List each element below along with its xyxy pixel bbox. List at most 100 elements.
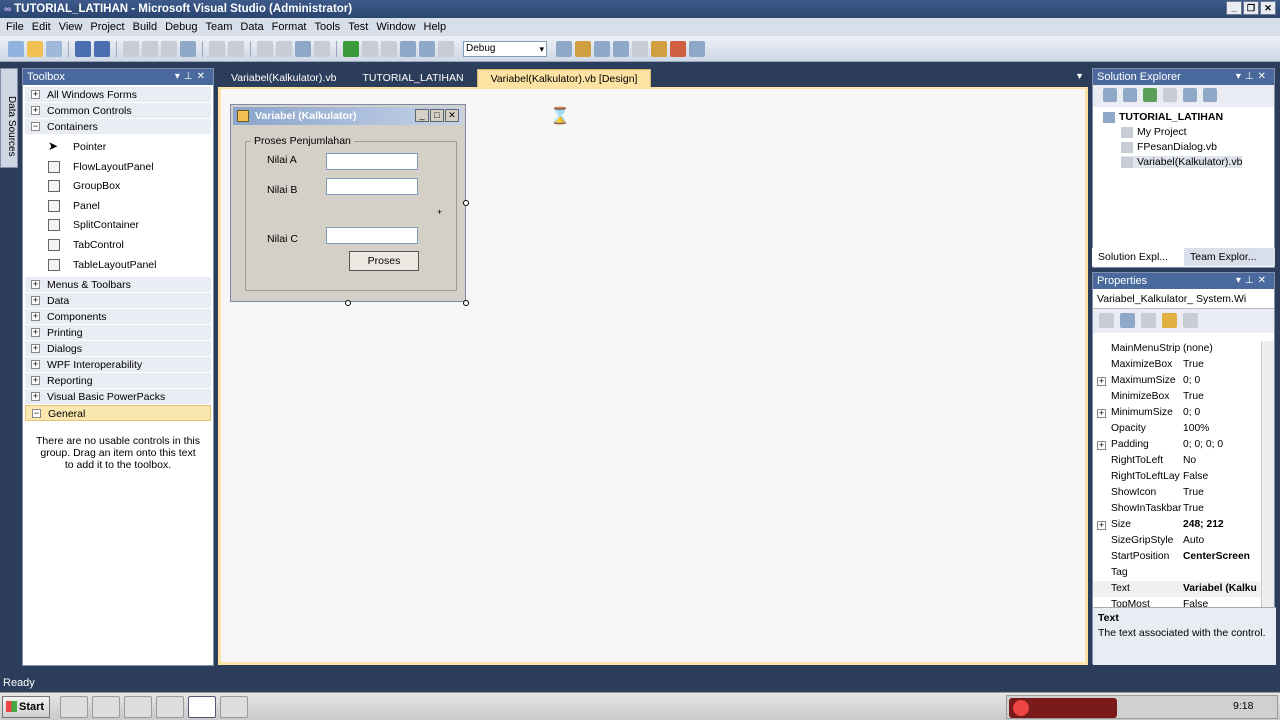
property-value[interactable]: False	[1183, 597, 1261, 607]
categorized-icon[interactable]	[1099, 313, 1114, 328]
toolbox-item-tablelayoutpanel[interactable]: TableLayoutPanel	[23, 256, 213, 276]
label-nilai-a[interactable]: Nilai A	[267, 154, 297, 166]
dropdown-icon[interactable]: ▾	[1236, 71, 1245, 82]
resize-handle[interactable]	[345, 300, 351, 306]
uncomment-icon[interactable]	[228, 40, 244, 57]
property-value[interactable]: True	[1183, 485, 1261, 501]
textbox-nilai-c[interactable]	[326, 227, 418, 244]
tree-root[interactable]: TUTORIAL_LATIHAN	[1103, 111, 1223, 123]
property-row[interactable]: Opacity 100%	[1093, 421, 1261, 437]
label-nilai-c[interactable]: Nilai C	[267, 233, 298, 245]
dropdown-icon[interactable]: ▾	[175, 71, 184, 82]
property-row[interactable]: SizeGripStyle Auto	[1093, 533, 1261, 549]
close-icon[interactable]: ✕	[1258, 71, 1270, 82]
step-over-icon[interactable]	[419, 40, 435, 57]
toolbox-category[interactable]: + Components	[25, 309, 211, 326]
paste-icon[interactable]	[161, 40, 177, 57]
property-value[interactable]: 100%	[1183, 421, 1261, 437]
toolbox-category[interactable]: + Common Controls	[25, 103, 211, 119]
extension-manager-icon[interactable]	[670, 40, 686, 57]
menu-test[interactable]: Test	[344, 21, 372, 33]
toolbox-item-pointer[interactable]: ➤ Pointer	[23, 138, 213, 158]
property-row[interactable]: ShowIcon True	[1093, 485, 1261, 501]
properties-view-icon[interactable]	[1141, 313, 1156, 328]
proses-button[interactable]: Proses	[349, 251, 419, 271]
menu-project[interactable]: Project	[86, 21, 128, 33]
chrome-taskbar-icon[interactable]	[92, 696, 120, 718]
property-value[interactable]: Variabel (Kalku	[1183, 581, 1261, 597]
toolbox-category[interactable]: + Data	[25, 293, 211, 310]
start-debugging-icon[interactable]	[343, 40, 359, 57]
toolbox-category[interactable]: + WPF Interoperability	[25, 357, 211, 374]
textbox-nilai-a[interactable]	[326, 153, 418, 170]
tab-solution-explorer[interactable]: Solution Expl...	[1092, 248, 1184, 266]
property-value[interactable]: (none)	[1183, 341, 1261, 357]
property-row[interactable]: + Size 248; 212	[1093, 517, 1261, 533]
step-out-icon[interactable]	[438, 40, 454, 57]
find-icon[interactable]	[180, 40, 196, 57]
show-all-files-icon[interactable]	[1123, 88, 1137, 102]
property-scrollbar[interactable]	[1261, 341, 1274, 607]
property-value[interactable]: Auto	[1183, 533, 1261, 549]
menu-edit[interactable]: Edit	[28, 21, 55, 33]
start-page-icon[interactable]	[651, 40, 667, 57]
toolbox-item-flowlayoutpanel[interactable]: FlowLayoutPanel	[23, 158, 213, 178]
properties-window-icon[interactable]	[594, 40, 610, 57]
property-row[interactable]: RightToLeft No	[1093, 453, 1261, 469]
menu-build[interactable]: Build	[129, 21, 161, 33]
menu-format[interactable]: Format	[268, 21, 311, 33]
form-title-bar[interactable]: Variabel (Kalkulator) _ □ ✕	[233, 107, 463, 125]
explorer-taskbar-icon[interactable]	[60, 696, 88, 718]
toolbox-category[interactable]: + Printing	[25, 325, 211, 342]
collapse-icon[interactable]: −	[31, 122, 40, 131]
toolbox-item-tabcontrol[interactable]: TabControl	[23, 236, 213, 256]
restore-button[interactable]: ❐	[1243, 1, 1259, 15]
property-value[interactable]: 0; 0	[1183, 373, 1261, 389]
close-icon[interactable]: ✕	[197, 71, 209, 82]
clock[interactable]: 9:18	[1233, 700, 1253, 712]
undo-icon[interactable]	[257, 40, 273, 57]
toolbox-category[interactable]: + All Windows Forms	[25, 87, 211, 103]
property-row[interactable]: Text Variabel (Kalku	[1093, 581, 1261, 597]
start-button[interactable]: Start	[2, 696, 50, 718]
menu-help[interactable]: Help	[420, 21, 451, 33]
property-row[interactable]: ShowInTaskbar True	[1093, 501, 1261, 517]
property-row[interactable]: + MinimumSize 0; 0	[1093, 405, 1261, 421]
view-code-icon[interactable]	[1163, 88, 1177, 102]
recording-toolbar[interactable]	[1009, 698, 1117, 718]
property-row[interactable]: Tag	[1093, 565, 1261, 581]
expand-icon[interactable]: +	[31, 106, 40, 115]
pause-icon[interactable]	[362, 40, 378, 57]
toolbox-category[interactable]: + Reporting	[25, 373, 211, 390]
navigate-icon[interactable]	[295, 40, 311, 57]
expand-icon[interactable]: +	[31, 360, 40, 370]
copy-icon[interactable]	[142, 40, 158, 57]
navigate-forward-icon[interactable]	[314, 40, 330, 57]
save-icon[interactable]	[75, 40, 91, 57]
property-value[interactable]: True	[1183, 389, 1261, 405]
solution-config-select[interactable]: Debug	[463, 40, 547, 57]
tab-design[interactable]: Variabel(Kalkulator).vb [Design]	[476, 69, 652, 87]
minimize-button[interactable]: _	[1226, 1, 1242, 15]
expand-icon[interactable]: +	[31, 392, 40, 402]
property-value[interactable]: True	[1183, 357, 1261, 373]
recorder-taskbar-icon[interactable]	[220, 696, 248, 718]
toolbox-item-panel[interactable]: Panel	[23, 197, 213, 217]
save-all-icon[interactable]	[94, 40, 110, 57]
property-row[interactable]: MinimizeBox True	[1093, 389, 1261, 405]
close-button[interactable]: ✕	[1260, 1, 1276, 15]
property-value[interactable]: 0; 0; 0; 0	[1183, 437, 1261, 453]
expand-icon[interactable]: +	[1097, 409, 1106, 418]
resize-handle[interactable]	[463, 300, 469, 306]
label-nilai-b[interactable]: Nilai B	[267, 184, 297, 196]
menu-view[interactable]: View	[55, 21, 87, 33]
property-value[interactable]: True	[1183, 501, 1261, 517]
new-project-icon[interactable]	[8, 40, 24, 57]
visual-studio-taskbar-icon[interactable]	[188, 696, 216, 718]
property-value[interactable]: No	[1183, 453, 1261, 469]
collapse-icon[interactable]: −	[32, 409, 41, 419]
data-sources-tab[interactable]: Data Sources	[0, 68, 18, 168]
expand-icon[interactable]: +	[1097, 521, 1106, 530]
property-value[interactable]: CenterScreen	[1183, 549, 1261, 565]
object-selector[interactable]: Variabel_Kalkulator_ System.Wi	[1093, 289, 1274, 309]
